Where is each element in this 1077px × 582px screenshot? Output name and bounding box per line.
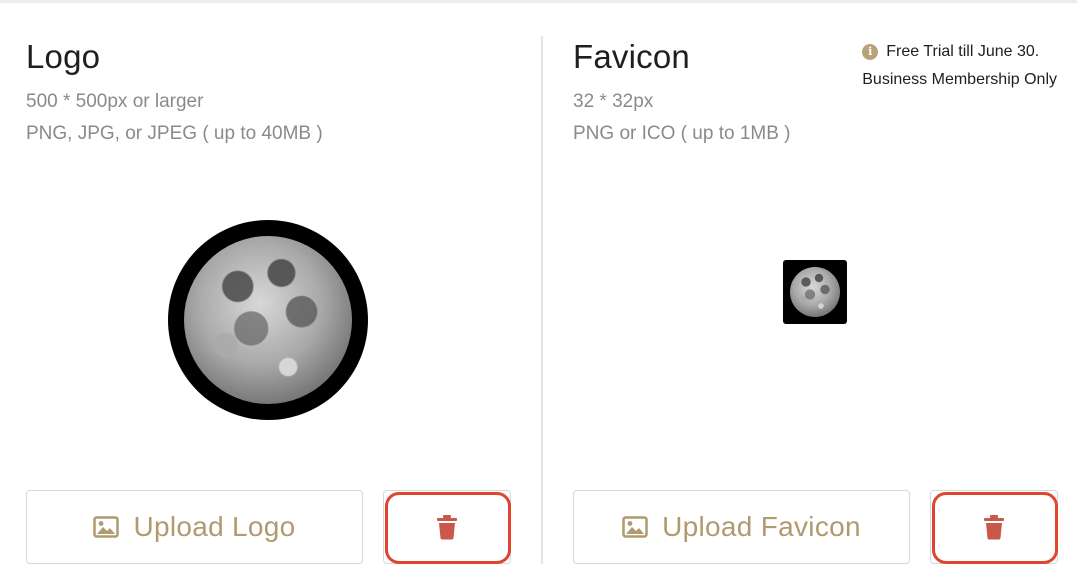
- favicon-preview-image: [783, 260, 847, 324]
- upload-favicon-label: Upload Favicon: [662, 511, 861, 542]
- info-icon: i: [862, 44, 879, 60]
- logo-title: Logo: [26, 38, 101, 75]
- logo-size-hint: 500 * 500px or larger: [26, 91, 204, 112]
- delete-logo-button[interactable]: [383, 490, 511, 564]
- favicon-format-hint: PNG or ICO ( up to 1MB ): [573, 123, 791, 144]
- trash-icon: [984, 515, 1004, 540]
- upload-favicon-button[interactable]: Upload Favicon: [573, 490, 910, 564]
- moon-image: [184, 236, 352, 404]
- trial-notice-line2: Business Membership Only: [862, 71, 1057, 88]
- image-icon: [93, 516, 120, 538]
- favicon-panel: Favicon 32 * 32px PNG or ICO ( up to 1MB…: [573, 0, 1063, 582]
- trial-notice: i Free Trial till June 30. Business Memb…: [862, 38, 1057, 94]
- trash-icon: [437, 515, 457, 540]
- delete-favicon-button[interactable]: [930, 490, 1058, 564]
- moon-image: [790, 267, 840, 317]
- trial-notice-line1: Free Trial till June 30.: [886, 43, 1040, 60]
- upload-logo-button[interactable]: Upload Logo: [26, 490, 363, 564]
- favicon-title: Favicon: [573, 38, 690, 75]
- logo-format-hint: PNG, JPG, or JPEG ( up to 40MB ): [26, 123, 323, 144]
- logo-preview-image: [168, 220, 368, 420]
- panel-divider: [541, 36, 543, 564]
- upload-logo-label: Upload Logo: [133, 511, 296, 542]
- favicon-size-hint: 32 * 32px: [573, 91, 654, 112]
- image-icon: [622, 516, 648, 538]
- logo-panel: Logo 500 * 500px or larger PNG, JPG, or …: [26, 0, 516, 582]
